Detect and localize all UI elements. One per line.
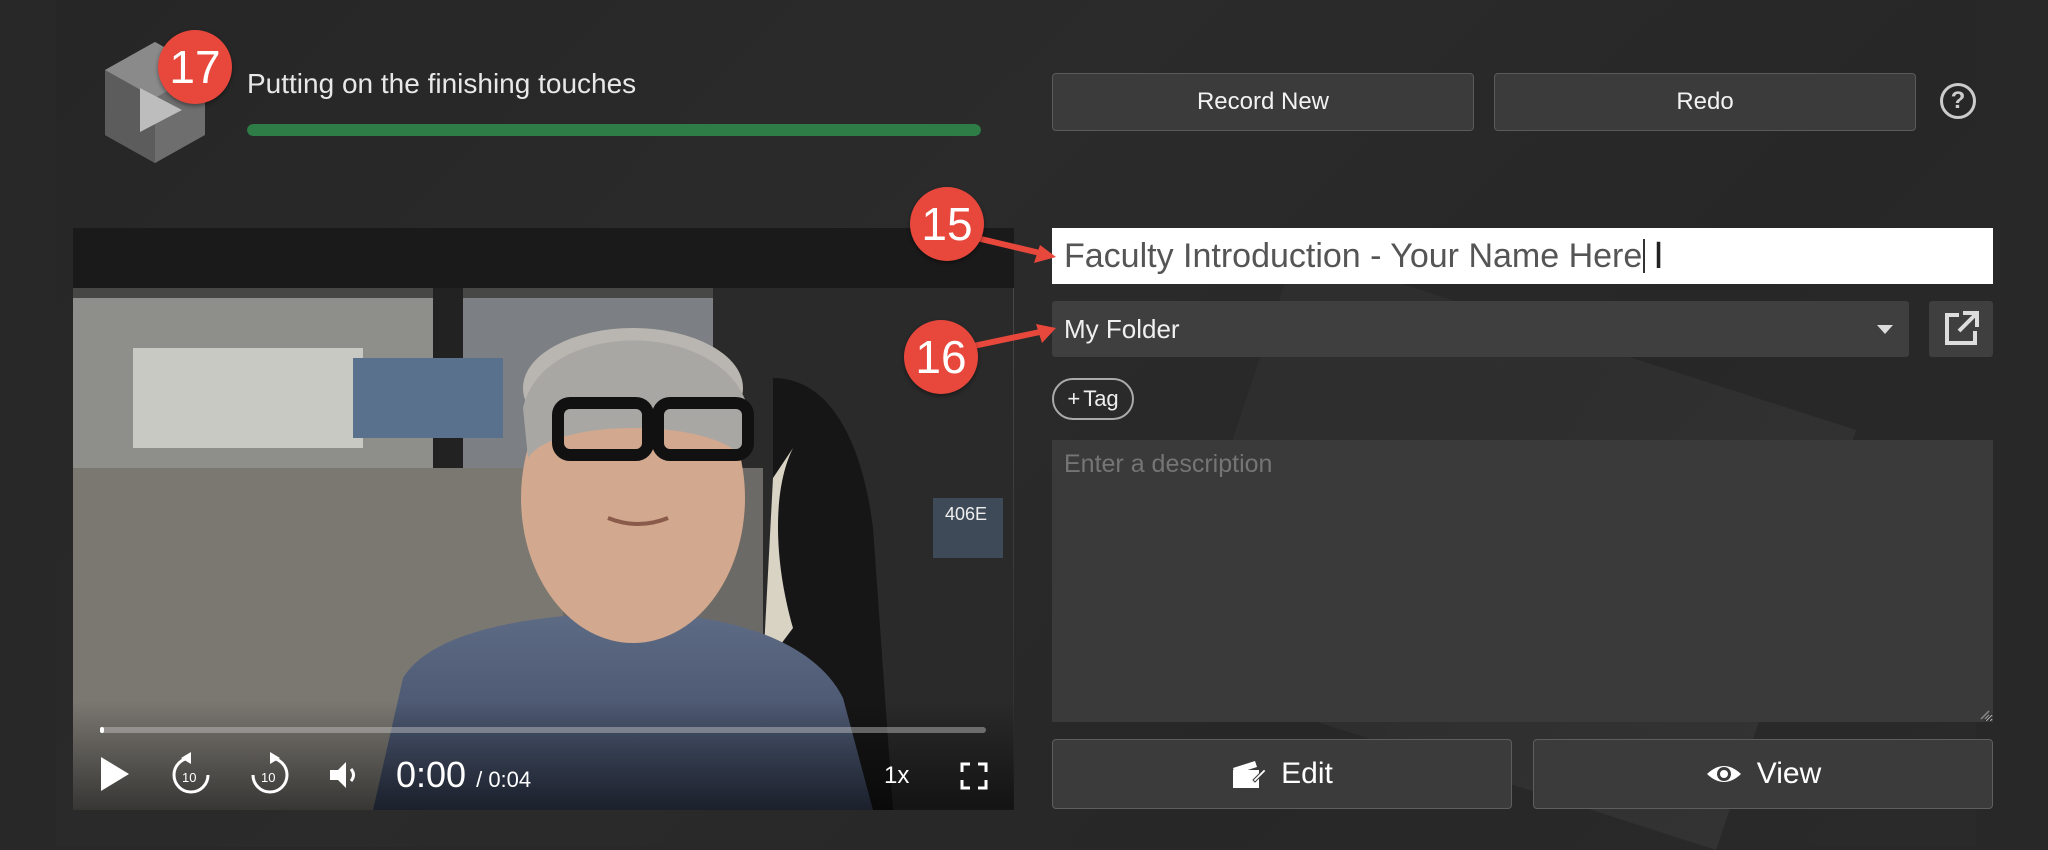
chevron-down-icon: [1877, 325, 1893, 334]
wall-sign: 406E: [945, 504, 987, 524]
video-scrubber[interactable]: [100, 727, 986, 733]
redo-button[interactable]: Redo: [1494, 73, 1916, 131]
duration: / 0:04: [476, 767, 532, 792]
progress-bar: [247, 124, 981, 136]
annotation-badge: 17: [158, 30, 232, 104]
open-folder-button[interactable]: [1929, 301, 1993, 357]
description-field[interactable]: [1052, 440, 1993, 722]
forward-10-icon[interactable]: 10: [248, 750, 292, 798]
annotation-badge: 16: [904, 320, 978, 394]
fullscreen-icon[interactable]: [960, 762, 988, 790]
status-text: Putting on the finishing touches: [247, 68, 637, 99]
volume-icon[interactable]: [328, 758, 362, 792]
clapperboard-icon: [1233, 761, 1267, 788]
time-display: 0:00 / 0:04: [396, 754, 531, 796]
edit-button[interactable]: Edit: [1052, 739, 1512, 809]
scrubber-fill: [100, 727, 105, 733]
plus-icon: +: [1067, 386, 1081, 411]
rewind-seconds: 10: [182, 770, 196, 785]
current-time: 0:00: [396, 754, 467, 795]
title-input[interactable]: Faculty Introduction - Your Name Here I: [1052, 228, 1993, 284]
forward-seconds: 10: [261, 770, 275, 785]
add-tag-button[interactable]: + Tag: [1052, 378, 1134, 420]
view-button[interactable]: View: [1533, 739, 1993, 809]
rewind-10-icon[interactable]: 10: [169, 750, 213, 798]
record-new-button[interactable]: Record New: [1052, 73, 1474, 131]
help-icon[interactable]: ?: [1940, 83, 1976, 119]
annotation-badge: 15: [910, 187, 984, 261]
edit-label: Edit: [1281, 757, 1333, 790]
eye-icon: [1706, 766, 1741, 782]
play-icon[interactable]: [97, 755, 131, 793]
external-link-icon: [1945, 311, 1979, 345]
folder-value: My Folder: [1064, 313, 1180, 344]
text-caret: [1643, 239, 1646, 273]
playback-speed[interactable]: 1x: [884, 762, 909, 790]
view-label: View: [1756, 757, 1822, 790]
folder-select[interactable]: My Folder: [1052, 301, 1909, 357]
tag-label: Tag: [1083, 386, 1119, 411]
resize-handle-icon[interactable]: [1978, 708, 1990, 720]
video-controls: 10 10 0:00 / 0:04 1x: [73, 700, 1014, 810]
title-value: Faculty Introduction - Your Name Here: [1064, 236, 1643, 275]
ibeam-cursor-icon: I: [1653, 235, 1664, 277]
progress-fill: [247, 124, 981, 136]
video-player[interactable]: 406E 10 10 0:00 / 0:04 1x: [73, 228, 1014, 810]
